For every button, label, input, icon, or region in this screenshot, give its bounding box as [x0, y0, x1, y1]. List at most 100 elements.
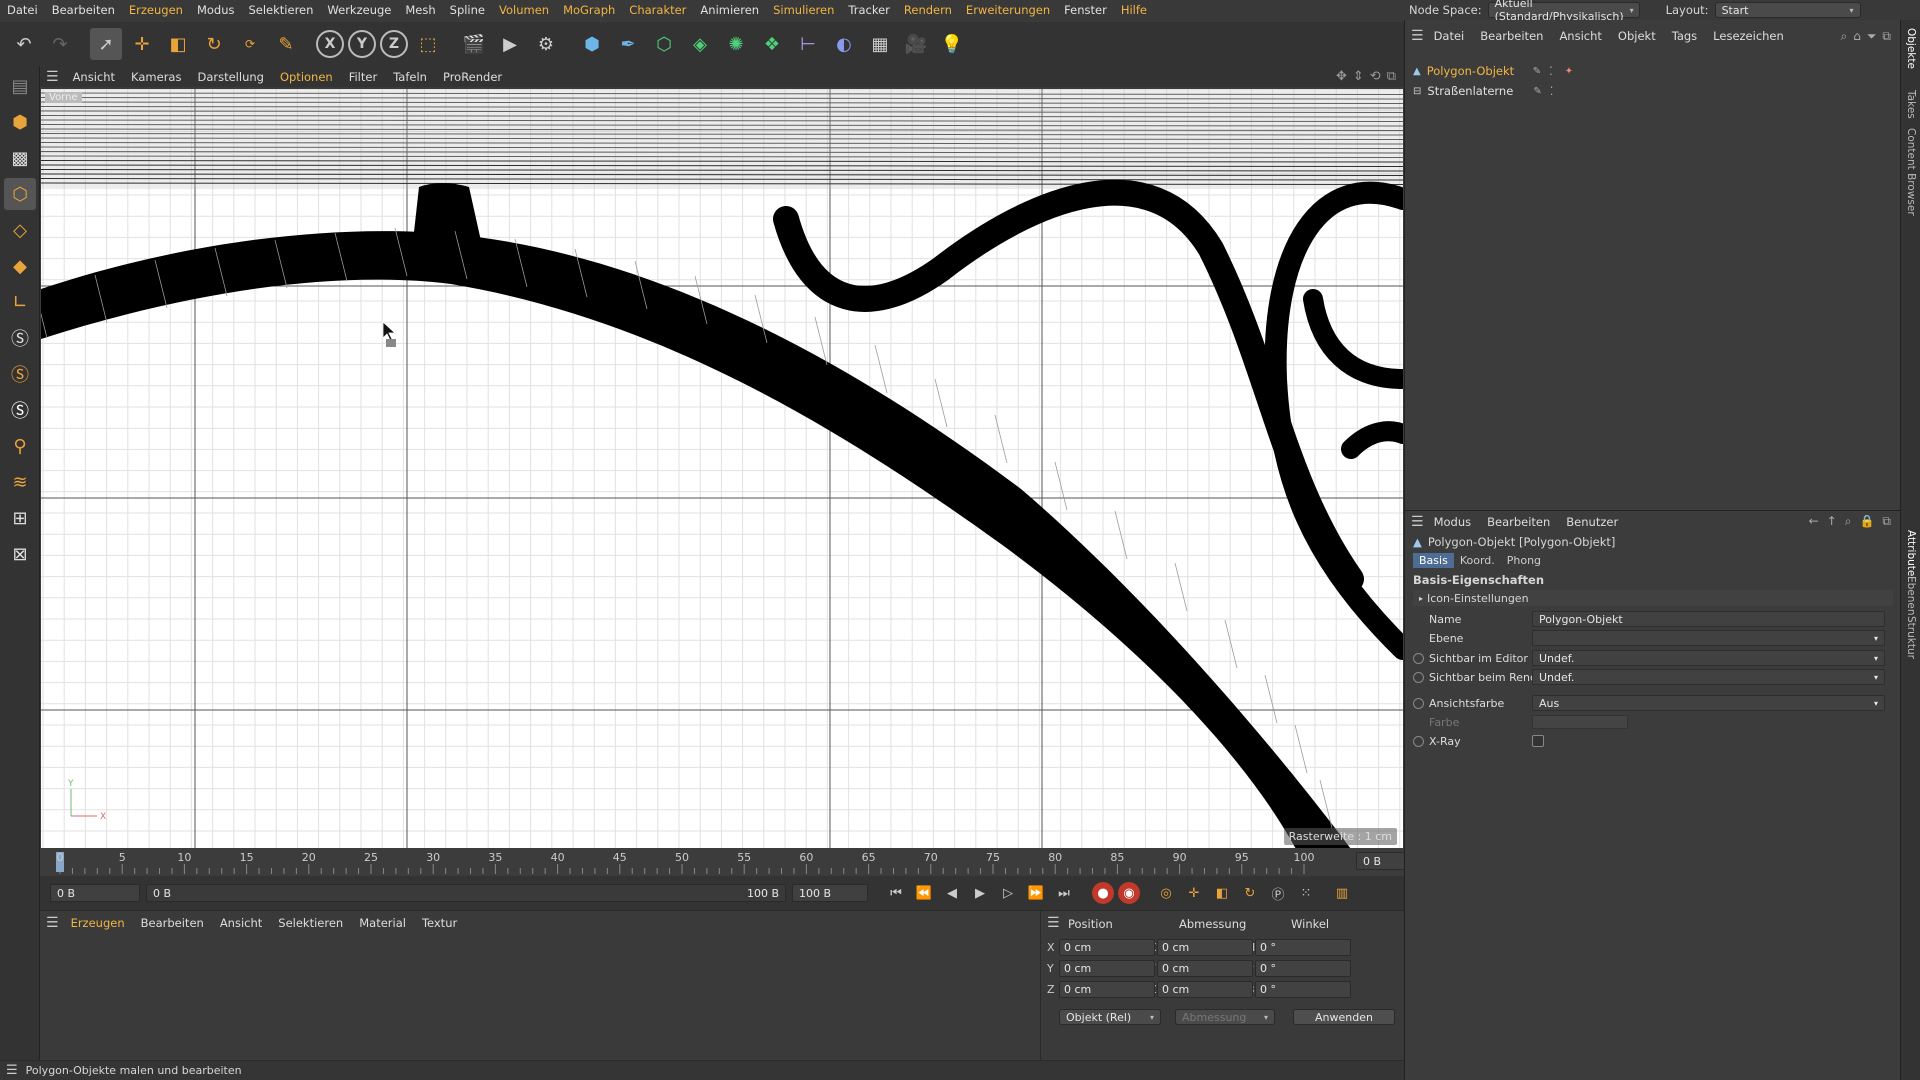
record-icon[interactable]: ●: [1092, 882, 1114, 904]
subdivision-icon[interactable]: ⬡: [648, 28, 680, 60]
y-axis-lock-icon[interactable]: Y: [348, 30, 376, 58]
attribute-menu-benutzer[interactable]: Benutzer: [1558, 515, 1626, 529]
go-to-end-icon[interactable]: ⏭: [1052, 881, 1076, 905]
object-row[interactable]: ▲ Polygon-Objekt ✎ ⁚ ✦: [1413, 62, 1573, 80]
snap-settings-icon[interactable]: Ⓢ: [4, 358, 36, 390]
key-position-icon[interactable]: ✛: [1182, 881, 1206, 905]
menu-item-erzeugen[interactable]: Erzeugen: [122, 3, 190, 17]
position-field[interactable]: 0 cm: [1059, 939, 1155, 956]
viewport-menu-ansicht[interactable]: Ansicht: [65, 70, 123, 84]
tab-phong[interactable]: Phong: [1501, 553, 1547, 568]
menu-item-selektieren[interactable]: Selektieren: [241, 3, 320, 17]
lock-workplane-icon[interactable]: ⊞: [4, 502, 36, 534]
material-menu-selektieren[interactable]: Selektieren: [270, 916, 351, 930]
axis-mode-icon[interactable]: ∟: [4, 286, 36, 318]
angle-field[interactable]: 0 °: [1255, 939, 1351, 956]
up-arrow-icon[interactable]: ↑: [1827, 514, 1837, 529]
menu-item-volumen[interactable]: Volumen: [492, 3, 556, 17]
menu-item-tracker[interactable]: Tracker: [841, 3, 897, 17]
next-key-icon[interactable]: ⏩: [1024, 881, 1048, 905]
floor-icon[interactable]: ▦: [864, 28, 896, 60]
node-space-dropdown[interactable]: Aktuell (Standard/Physikalisch) ▾: [1487, 0, 1640, 23]
object-menu-datei[interactable]: Datei: [1426, 29, 1473, 43]
key-rotation-icon[interactable]: ↻: [1238, 881, 1262, 905]
visibility-dots-icon[interactable]: ⁚: [1549, 64, 1553, 78]
object-row[interactable]: ⊟ Straßenlaterne ✎ ⁚: [1413, 82, 1553, 100]
zoom-view-icon[interactable]: ⇕: [1353, 69, 1364, 84]
position-field[interactable]: 0 cm: [1059, 981, 1155, 998]
layout-dropdown[interactable]: Start ▾: [1714, 2, 1861, 18]
timeline-ruler[interactable]: 0 5 10 15 20 25 30 35 40 45 50 55 60 65 70 75 80 85 90 95 10…: [40, 848, 1436, 876]
icon-settings-group[interactable]: ▸ Icon-Einstellungen: [1413, 590, 1893, 606]
menu-item-modus[interactable]: Modus: [190, 3, 242, 17]
deformer-icon[interactable]: ⊢: [792, 28, 824, 60]
frame-range-slider[interactable]: 0 B 100 B: [146, 884, 786, 902]
name-field[interactable]: Polygon-Objekt: [1532, 611, 1885, 627]
extrude-icon[interactable]: ◈: [684, 28, 716, 60]
z-axis-lock-icon[interactable]: Z: [380, 30, 408, 58]
play-icon[interactable]: ▶: [968, 881, 992, 905]
next-frame-icon[interactable]: ▷: [996, 881, 1020, 905]
home-icon[interactable]: ⌂: [1853, 29, 1861, 44]
maximize-view-icon[interactable]: ⧉: [1387, 69, 1396, 84]
viewport[interactable]: YX Vorne Rasterweite : 1 cm: [41, 89, 1403, 848]
edge-mode-icon[interactable]: ◇: [4, 214, 36, 246]
menu-item-mesh[interactable]: Mesh: [398, 3, 442, 17]
magnet-icon[interactable]: ⚲: [4, 430, 36, 462]
menu-item-bearbeiten[interactable]: Bearbeiten: [45, 3, 122, 17]
snap-3d-icon[interactable]: Ⓢ: [4, 394, 36, 426]
coordinate-system-icon[interactable]: ⬚: [412, 28, 444, 60]
side-tab-attribute[interactable]: Attribute: [1905, 530, 1917, 576]
material-menu-bearbeiten[interactable]: Bearbeiten: [133, 916, 212, 930]
rotate-view-icon[interactable]: ⟲: [1370, 69, 1381, 84]
move-tool-icon[interactable]: ✛: [126, 28, 158, 60]
keyframe-selection-icon[interactable]: ◎: [1154, 881, 1178, 905]
viewport-canvas[interactable]: YX: [41, 89, 1403, 848]
xray-checkbox[interactable]: [1532, 735, 1544, 747]
workplane-axis-icon[interactable]: ⊠: [4, 538, 36, 570]
menu-item-datei[interactable]: Datei: [0, 3, 45, 17]
cloner-icon[interactable]: ✺: [720, 28, 752, 60]
start-frame-field[interactable]: 0 B: [50, 884, 140, 902]
autokey-icon[interactable]: ◉: [1118, 882, 1140, 904]
side-tab-content-browser[interactable]: Content Browser: [1905, 128, 1917, 216]
search-icon[interactable]: ⌕: [1845, 514, 1852, 529]
recent-tools-icon[interactable]: ⟳: [234, 28, 266, 60]
object-name[interactable]: Polygon-Objekt: [1427, 64, 1527, 78]
new-window-icon[interactable]: ⧉: [1882, 514, 1891, 529]
viewport-menu-filter[interactable]: Filter: [341, 70, 385, 84]
menu-item-rendern[interactable]: Rendern: [897, 3, 959, 17]
material-menu-material[interactable]: Material: [351, 916, 414, 930]
hamburger-icon[interactable]: ☰: [1411, 514, 1424, 530]
object-menu-objekt[interactable]: Objekt: [1610, 29, 1664, 43]
coordinate-mode-dropdown[interactable]: Objekt (Rel) ▾: [1059, 1009, 1161, 1025]
menu-item-werkzeuge[interactable]: Werkzeuge: [320, 3, 398, 17]
paint-tag-icon[interactable]: ✦: [1565, 66, 1573, 77]
back-arrow-icon[interactable]: ←: [1809, 514, 1819, 529]
attribute-menu-bearbeiten[interactable]: Bearbeiten: [1479, 515, 1558, 529]
menu-item-mograph[interactable]: MoGraph: [556, 3, 622, 17]
key-scale-icon[interactable]: ◧: [1210, 881, 1234, 905]
scale-tool-icon[interactable]: ◧: [162, 28, 194, 60]
visible-render-dropdown[interactable]: Undef. ▾: [1532, 669, 1885, 685]
viewport-menu-prorender[interactable]: ProRender: [435, 70, 510, 84]
side-tab-objekte[interactable]: Objekte: [1905, 28, 1917, 69]
lock-icon[interactable]: 🔒: [1859, 514, 1874, 529]
undo-icon[interactable]: ↶: [8, 28, 40, 60]
size-field[interactable]: 0 cm: [1157, 960, 1253, 977]
menu-item-hilfe[interactable]: Hilfe: [1114, 3, 1154, 17]
key-pla-icon[interactable]: ⁙: [1294, 881, 1318, 905]
new-window-icon[interactable]: ⧉: [1882, 29, 1891, 44]
render-region-icon[interactable]: 🎬: [458, 28, 490, 60]
point-mode-icon[interactable]: ⬡: [4, 178, 36, 210]
camera-icon[interactable]: 🎥: [900, 28, 932, 60]
size-field[interactable]: 0 cm: [1157, 981, 1253, 998]
menu-item-fenster[interactable]: Fenster: [1057, 3, 1114, 17]
cube-icon[interactable]: ⬢: [576, 28, 608, 60]
tab-basis[interactable]: Basis: [1413, 553, 1454, 568]
object-menu-ansicht[interactable]: Ansicht: [1551, 29, 1609, 43]
object-menu-lesezeichen[interactable]: Lesezeichen: [1705, 29, 1792, 43]
select-tool-icon[interactable]: ➚: [90, 28, 122, 60]
viewport-menu-darstellung[interactable]: Darstellung: [189, 70, 271, 84]
edit-icon[interactable]: ✎: [1533, 66, 1541, 77]
